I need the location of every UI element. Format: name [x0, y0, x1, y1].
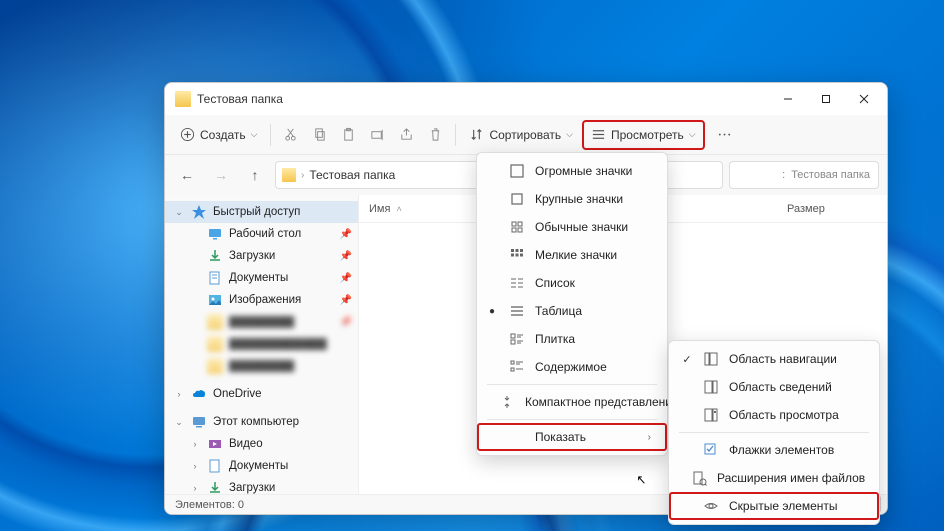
- title-bar: Тестовая папка: [165, 83, 887, 115]
- pin-icon: 📌: [340, 273, 352, 284]
- menu-item-medium-icons[interactable]: Обычные значки: [479, 213, 665, 241]
- sidebar-item-onedrive[interactable]: › OneDrive: [165, 383, 358, 405]
- rename-button[interactable]: [364, 120, 391, 150]
- sidebar-item-this-pc[interactable]: ⌄ Этот компьютер: [165, 411, 358, 433]
- back-button[interactable]: ←: [173, 161, 201, 189]
- sidebar-item-redacted[interactable]: ████████████: [165, 333, 358, 355]
- up-button[interactable]: ↑: [241, 161, 269, 189]
- menu-item-checkboxes[interactable]: Флажки элементов: [671, 436, 877, 464]
- menu-item-nav-pane[interactable]: ✓Область навигации: [671, 345, 877, 373]
- menu-item-large-icons[interactable]: Крупные значки: [479, 185, 665, 213]
- cut-button[interactable]: [277, 120, 304, 150]
- view-button[interactable]: Просмотреть ⌵: [582, 120, 705, 150]
- menu-item-hidden-items[interactable]: Скрытые элементы: [669, 492, 879, 520]
- sort-label: Сортировать: [489, 128, 561, 142]
- sidebar-item-redacted[interactable]: ████████📌: [165, 311, 358, 333]
- folder-icon: [175, 91, 191, 107]
- pin-icon: 📌: [340, 251, 352, 262]
- show-submenu: ✓Область навигации Область сведений Обла…: [668, 340, 880, 525]
- forward-button[interactable]: →: [207, 161, 235, 189]
- close-button[interactable]: [845, 85, 883, 113]
- sidebar-item-quick-access[interactable]: ⌄ Быстрый доступ: [165, 201, 358, 223]
- search-input[interactable]: : Тестовая папка: [729, 161, 879, 189]
- sort-button[interactable]: Сортировать ⌵: [462, 120, 580, 150]
- menu-item-show[interactable]: Показать›: [477, 423, 667, 451]
- view-label: Просмотреть: [611, 128, 684, 142]
- paste-button[interactable]: [335, 120, 362, 150]
- navigation-pane: ⌄ Быстрый доступ Рабочий стол 📌 Загрузки…: [165, 195, 359, 514]
- menu-item-list[interactable]: Список: [479, 269, 665, 297]
- menu-item-small-icons[interactable]: Мелкие значки: [479, 241, 665, 269]
- sidebar-item-documents[interactable]: Документы 📌: [165, 267, 358, 289]
- column-header-size[interactable]: Размер: [777, 203, 887, 215]
- sidebar-item-pc-documents[interactable]: ›Документы: [165, 455, 358, 477]
- menu-item-compact[interactable]: Компактное представление: [479, 388, 665, 416]
- toolbar: Создать ⌵ Сортировать ⌵ Просмотреть ⌵: [165, 115, 887, 155]
- cursor-icon: ↖: [637, 472, 647, 488]
- sidebar-item-redacted[interactable]: ████████: [165, 355, 358, 377]
- menu-item-details[interactable]: ●Таблица: [479, 297, 665, 325]
- more-button[interactable]: [711, 120, 738, 150]
- delete-button[interactable]: [422, 120, 449, 150]
- menu-item-preview-pane[interactable]: Область просмотра: [671, 401, 877, 429]
- menu-item-extra-large-icons[interactable]: Огромные значки: [479, 157, 665, 185]
- new-label: Создать: [200, 128, 246, 142]
- menu-item-details-pane[interactable]: Область сведений: [671, 373, 877, 401]
- sidebar-item-downloads[interactable]: Загрузки 📌: [165, 245, 358, 267]
- chevron-down-icon: ⌵: [566, 129, 573, 140]
- pin-icon: 📌: [340, 295, 352, 306]
- new-button[interactable]: Создать ⌵: [173, 120, 264, 150]
- folder-icon: [282, 168, 296, 182]
- sidebar-item-desktop[interactable]: Рабочий стол 📌: [165, 223, 358, 245]
- sidebar-item-videos[interactable]: ›Видео: [165, 433, 358, 455]
- chevron-down-icon: ⌵: [251, 129, 258, 140]
- pin-icon: 📌: [340, 229, 352, 240]
- sidebar-item-pictures[interactable]: Изображения 📌: [165, 289, 358, 311]
- chevron-right-icon: ›: [648, 432, 651, 443]
- window-title: Тестовая папка: [197, 92, 769, 106]
- minimize-button[interactable]: [769, 85, 807, 113]
- menu-item-extensions[interactable]: Расширения имен файлов: [671, 464, 877, 492]
- chevron-down-icon: ⌵: [689, 129, 696, 140]
- share-button[interactable]: [393, 120, 420, 150]
- menu-item-content[interactable]: Содержимое: [479, 353, 665, 381]
- item-count: Элементов: 0: [175, 499, 244, 511]
- copy-button[interactable]: [306, 120, 333, 150]
- menu-item-tiles[interactable]: Плитка: [479, 325, 665, 353]
- maximize-button[interactable]: [807, 85, 845, 113]
- breadcrumb: Тестовая папка: [309, 168, 395, 182]
- view-menu: Огромные значки Крупные значки Обычные з…: [476, 152, 668, 456]
